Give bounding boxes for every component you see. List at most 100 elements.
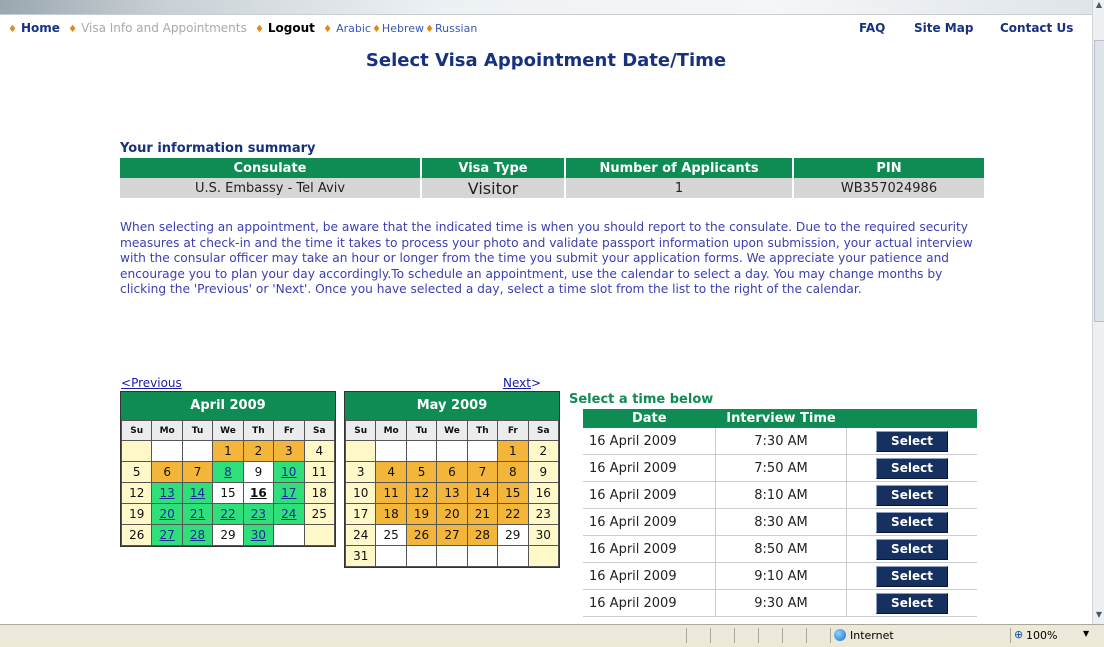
calendar-day-available[interactable]: 27 <box>151 524 183 546</box>
calendar-day-available[interactable]: 14 <box>181 482 214 504</box>
calendar-day-full: 6 <box>436 461 468 483</box>
calendar-day-available[interactable]: 24 <box>273 503 305 525</box>
nav-contact-link[interactable]: Contact Us <box>1000 21 1073 35</box>
summary-header-visa-type: Visa Type <box>421 158 566 178</box>
security-zone: Internet <box>850 629 894 642</box>
weekday-header: Su <box>120 420 153 441</box>
weekday-header: Fr <box>273 420 305 441</box>
calendar-day-available[interactable]: 28 <box>181 524 214 546</box>
calendar-day: 17 <box>344 503 377 525</box>
select-slot-button[interactable]: Select <box>876 592 948 614</box>
slot-time: 9:10 AM <box>715 562 847 590</box>
calendar-day-full: 18 <box>375 503 407 525</box>
vertical-scrollbar[interactable]: ▲ ▼ <box>1092 0 1104 624</box>
slot-date: 16 April 2009 <box>583 562 716 590</box>
time-header-date: Date <box>583 409 716 428</box>
time-slot-row: 16 April 2009 8:50 AM Select <box>583 535 977 563</box>
nav-hebrew-link[interactable]: Hebrew <box>382 22 424 35</box>
calendar-day: 2 <box>527 440 560 462</box>
time-slot-row: 16 April 2009 7:50 AM Select <box>583 454 977 482</box>
calendar-day: 24 <box>344 524 377 546</box>
calendar-day: 11 <box>303 461 336 483</box>
summary-applicants: 1 <box>565 178 794 198</box>
calendar-day-selected[interactable]: 16 <box>242 482 275 504</box>
weekday-header: Sa <box>527 420 560 441</box>
scroll-down-icon[interactable]: ▼ <box>1093 610 1104 622</box>
calendar-day-full: 8 <box>497 461 529 483</box>
bullet-icon: ♦ <box>8 24 17 35</box>
nav-arabic-link[interactable]: Arabic <box>336 22 371 35</box>
calendar-day-available[interactable]: 21 <box>181 503 214 525</box>
calendar-day: 25 <box>375 524 407 546</box>
bullet-icon: ♦ <box>254 24 264 35</box>
calendar-day-full: 7 <box>466 461 499 483</box>
page-title: Select Visa Appointment Date/Time <box>365 50 727 71</box>
bullet-icon: ♦ <box>323 24 333 35</box>
browser-top-strip <box>0 0 1104 15</box>
select-slot-button[interactable]: Select <box>876 484 948 506</box>
select-slot-button[interactable]: Select <box>876 457 948 479</box>
calendar-empty-cell <box>405 545 438 567</box>
slot-time: 8:50 AM <box>715 535 847 563</box>
status-divider <box>758 628 759 643</box>
status-bar: Internet ⊕ 100% ▼ <box>0 624 1104 647</box>
zoom-level[interactable]: 100% <box>1026 629 1057 642</box>
bullet-icon: ♦ <box>68 24 78 35</box>
scroll-up-icon[interactable]: ▲ <box>1093 0 1104 12</box>
instructions-text: When selecting an appointment, be aware … <box>120 220 973 296</box>
select-slot-button[interactable]: Select <box>876 511 948 533</box>
weekday-header: Th <box>242 420 275 441</box>
select-slot-button[interactable]: Select <box>876 565 948 587</box>
slot-date: 16 April 2009 <box>583 589 716 617</box>
next-month-link[interactable]: Next> <box>503 376 541 390</box>
calendar-day-full: 22 <box>497 503 529 525</box>
calendar-day-available[interactable]: 10 <box>273 461 305 483</box>
nav-faq-link[interactable]: FAQ <box>859 21 885 35</box>
scrollbar-thumb[interactable] <box>1094 40 1104 322</box>
calendar-day: 12 <box>120 482 153 504</box>
time-slot-table: Date Interview Time 16 April 2009 7:30 A… <box>583 409 977 617</box>
calendar-day-full: 1 <box>497 440 529 462</box>
calendar-day-available[interactable]: 13 <box>151 482 183 504</box>
status-divider <box>686 628 687 643</box>
nav-visa-info-link[interactable]: Visa Info and Appointments <box>81 21 247 35</box>
calendar-day: 25 <box>303 503 336 525</box>
status-divider <box>1010 628 1011 643</box>
calendar-april-2009: April 2009 Su Mo Tu We Th Fr Sa 1 2 3 4 … <box>120 391 336 547</box>
summary-visa-type: Visitor <box>421 178 566 198</box>
calendar-empty-cell <box>273 524 305 546</box>
calendar-empty-cell <box>375 545 407 567</box>
zoom-dropdown-icon[interactable]: ▼ <box>1083 629 1089 638</box>
slot-time: 7:50 AM <box>715 454 847 482</box>
slot-time: 9:30 AM <box>715 589 847 617</box>
previous-month-link[interactable]: <Previous <box>121 376 182 390</box>
calendar-day-available[interactable]: 30 <box>242 524 275 546</box>
summary-pin: WB357024986 <box>793 178 986 198</box>
status-divider <box>806 628 807 643</box>
nav-logout-link[interactable]: Logout <box>268 21 315 35</box>
calendar-day-available[interactable]: 8 <box>212 461 244 483</box>
nav-home-link[interactable]: Home <box>21 21 60 35</box>
weekday-header: Fr <box>497 420 529 441</box>
calendar-day: 29 <box>212 524 244 546</box>
select-slot-button[interactable]: Select <box>876 430 948 452</box>
calendar-day-available[interactable]: 23 <box>242 503 275 525</box>
select-slot-button[interactable]: Select <box>876 538 948 560</box>
calendar-day-available[interactable]: 17 <box>273 482 305 504</box>
nav-russian-link[interactable]: Russian <box>435 22 477 35</box>
calendar-day-available[interactable]: 22 <box>212 503 244 525</box>
calendar-day: 15 <box>212 482 244 504</box>
zoom-icon[interactable]: ⊕ <box>1014 628 1023 641</box>
slot-date: 16 April 2009 <box>583 454 716 482</box>
calendar-day-full: 13 <box>436 482 468 504</box>
calendar-day: 30 <box>527 524 560 546</box>
calendar-day: 9 <box>242 461 275 483</box>
time-slot-row: 16 April 2009 7:30 AM Select <box>583 428 977 455</box>
calendar-day-available[interactable]: 20 <box>151 503 183 525</box>
nav-site-map-link[interactable]: Site Map <box>914 21 973 35</box>
calendar-may-2009: May 2009 Su Mo Tu We Th Fr Sa 1 2 3 4 5 … <box>344 391 560 568</box>
summary-header-applicants: Number of Applicants <box>565 158 794 178</box>
slot-date: 16 April 2009 <box>583 508 716 536</box>
nav-links: ♦ Home ♦ Visa Info and Appointments ♦ Logou… <box>4 21 477 35</box>
calendar-empty-cell <box>527 545 560 567</box>
